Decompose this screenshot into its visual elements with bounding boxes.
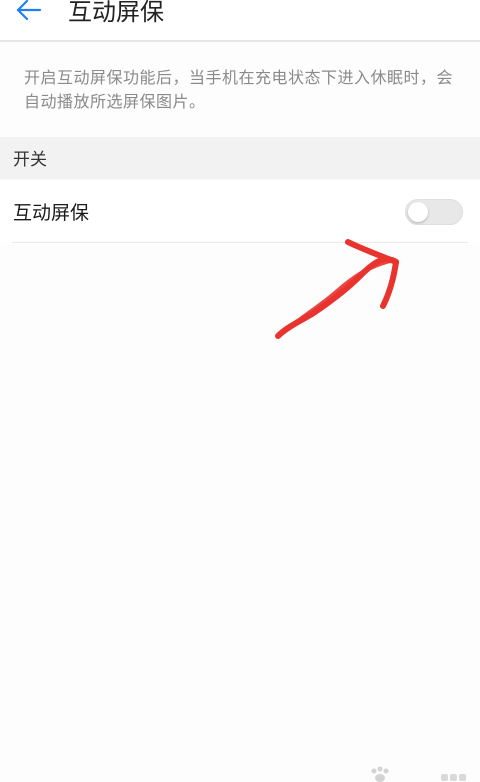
screensaver-settings-screen: 互动屏保 开启互动屏保功能后，当手机在充电状态下进入休眠时，会自动播放所选屏保图… (0, 0, 480, 782)
back-button[interactable] (8, 0, 48, 32)
watermark-logo-icon (441, 774, 466, 781)
interactive-screensaver-toggle[interactable] (405, 199, 463, 225)
back-arrow-icon (12, 0, 44, 30)
app-header: 互动屏保 (0, 0, 480, 42)
page-title: 互动屏保 (68, 0, 164, 26)
setting-label: 互动屏保 (13, 202, 90, 224)
feature-description: 开启互动屏保功能后，当手机在充电状态下进入休眠时，会自动播放所选屏保图片。 (24, 68, 454, 111)
section-header: 开关 (0, 137, 480, 179)
section-header-label: 开关 (13, 150, 47, 170)
toggle-knob (408, 202, 428, 222)
paw-watermark-icon (371, 766, 389, 782)
row-divider (12, 242, 468, 243)
red-arrow-annotation (275, 239, 399, 339)
